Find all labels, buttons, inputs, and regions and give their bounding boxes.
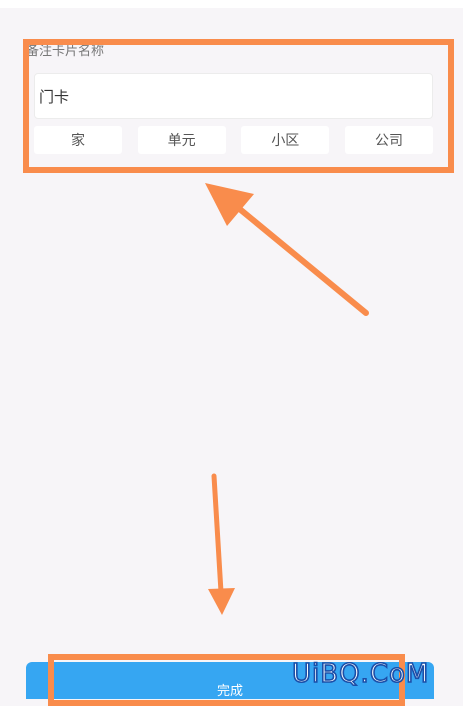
card-name-label: 备注卡片名称 [26,44,105,59]
arrow-to-done-button [208,473,235,615]
watermark: UiBQ.CoM [291,658,430,690]
suggestion-home[interactable]: 家 [34,126,122,154]
arrow-to-card-name [205,183,369,316]
suggestion-community[interactable]: 小区 [241,126,330,154]
name-suggestions: 家 单元 小区 公司 [34,126,433,154]
card-name-value: 门卡 [39,87,70,106]
top-strip [0,0,463,8]
suggestion-unit[interactable]: 单元 [137,126,226,154]
done-button-label: 完成 [216,683,243,699]
card-name-input[interactable]: 门卡 [34,73,433,119]
suggestion-company[interactable]: 公司 [344,126,433,154]
